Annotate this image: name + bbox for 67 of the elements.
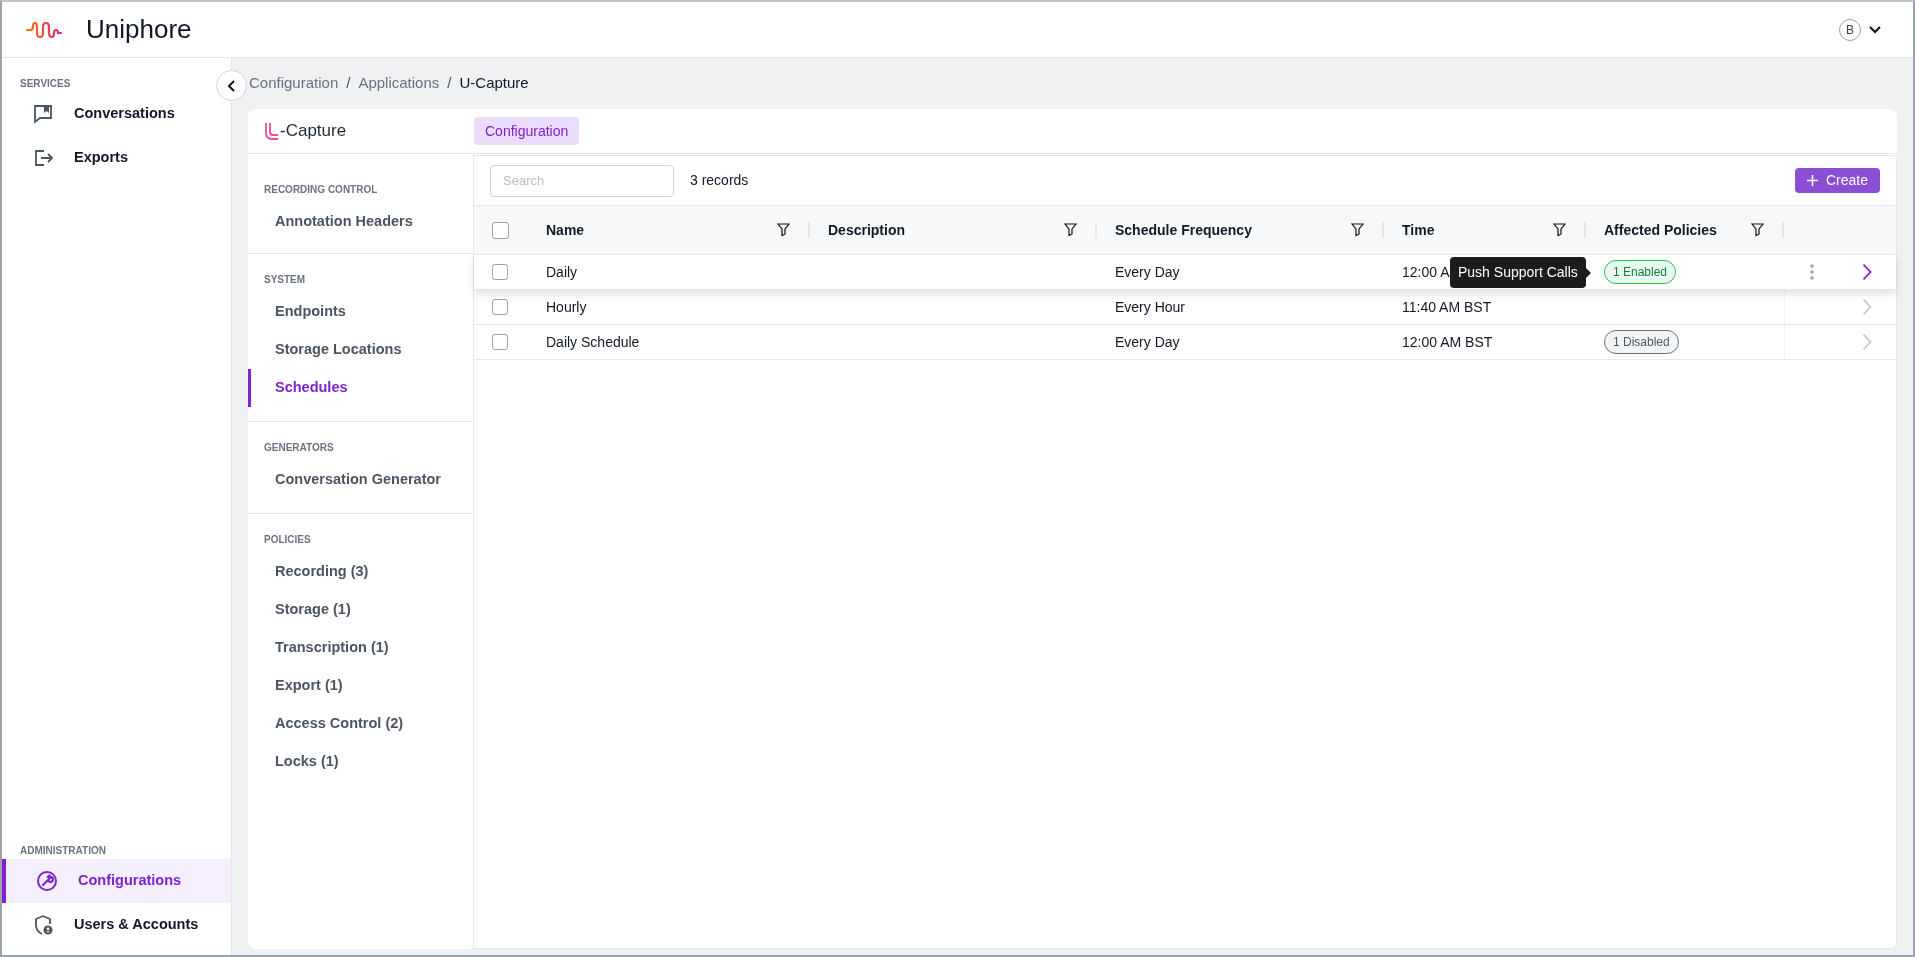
- table-cell: Every Hour: [1115, 298, 1186, 315]
- nav-item[interactable]: Locks (1): [248, 743, 473, 781]
- nav-heading: SYSTEM: [263, 273, 307, 287]
- breadcrumb-link[interactable]: Configuration: [249, 72, 339, 95]
- nav-item[interactable]: Schedules: [248, 369, 473, 407]
- section-heading: SERVICES: [19, 77, 72, 90]
- table-cell: Daily: [546, 263, 578, 280]
- nav-heading: GENERATORS: [263, 441, 335, 455]
- nav-item[interactable]: Storage Locations: [248, 331, 473, 369]
- breadcrumb-link[interactable]: Applications: [358, 72, 440, 95]
- u-logo-icon: [264, 122, 280, 140]
- nav-item[interactable]: Endpoints: [248, 293, 473, 331]
- table-cell: Hourly: [546, 298, 587, 315]
- row-checkbox[interactable]: [492, 264, 508, 280]
- policy-status-badge[interactable]: 1 Disabled: [1604, 330, 1679, 354]
- table-cell: 11:40 AM BST: [1402, 298, 1492, 315]
- app-title: Uniphore: [86, 13, 192, 46]
- nav-item[interactable]: Annotation Headers: [248, 203, 473, 241]
- tooltip: Push Support Calls: [1450, 257, 1591, 288]
- filter-icon[interactable]: [1751, 223, 1764, 237]
- nav-item[interactable]: Recording (3): [248, 553, 473, 591]
- chat-bubble-icon: [32, 103, 54, 125]
- section-heading: ADMINISTRATION: [19, 844, 107, 857]
- column-header[interactable]: Name: [546, 219, 585, 241]
- tab[interactable]: Configuration: [474, 117, 580, 145]
- app-name: -Capture: [280, 120, 347, 143]
- plus-icon[interactable]: [1806, 175, 1818, 186]
- wrench-icon: [36, 870, 58, 892]
- nav-item[interactable]: Conversation Generator: [248, 461, 473, 499]
- create-button[interactable]: Create: [1794, 168, 1880, 193]
- nav-item[interactable]: Export (1): [248, 667, 473, 705]
- filter-icon[interactable]: [777, 223, 790, 237]
- sidebar-item[interactable]: Exports: [2, 136, 231, 180]
- shield-user-icon: [32, 914, 54, 936]
- sidebar-item[interactable]: Configurations: [2, 859, 231, 903]
- policy-status-badge[interactable]: 1 Enabled: [1604, 260, 1677, 284]
- filter-icon[interactable]: [1351, 223, 1364, 237]
- chevron-right-icon[interactable]: [1862, 263, 1872, 281]
- filter-icon[interactable]: [1553, 223, 1566, 237]
- nav-item[interactable]: Storage (1): [248, 591, 473, 629]
- table-cell: 12:00 AM BST: [1402, 333, 1493, 350]
- column-header[interactable]: Affected Policies: [1604, 219, 1717, 241]
- row-checkbox[interactable]: [492, 299, 508, 315]
- chevron-left-icon[interactable]: [226, 79, 237, 92]
- sidebar-item[interactable]: Users & Accounts: [2, 903, 231, 947]
- breadcrumb-current: U-Capture: [459, 73, 529, 94]
- nav-item[interactable]: Transcription (1): [248, 629, 473, 667]
- sidebar-item[interactable]: Conversations: [2, 92, 231, 136]
- table-cell: Every Day: [1115, 333, 1180, 350]
- breadcrumb-separator: /: [447, 73, 452, 94]
- nav-heading: RECORDING CONTROL: [263, 183, 379, 197]
- column-header[interactable]: Description: [828, 219, 905, 241]
- nav-item[interactable]: Access Control (2): [248, 705, 473, 743]
- column-header[interactable]: Time: [1402, 219, 1435, 241]
- filter-icon[interactable]: [1064, 223, 1077, 237]
- table-cell: Daily Schedule: [546, 333, 640, 350]
- chevron-down-icon[interactable]: [1869, 25, 1881, 34]
- table-cell: Every Day: [1115, 263, 1180, 280]
- search-field[interactable]: Search: [490, 164, 674, 197]
- breadcrumb-separator: /: [346, 73, 351, 94]
- row-checkbox[interactable]: [492, 334, 508, 350]
- nav-heading: POLICIES: [263, 533, 312, 547]
- select-all-checkbox[interactable]: [492, 221, 509, 239]
- column-header[interactable]: Schedule Frequency: [1115, 219, 1252, 241]
- exit-arrow-icon: [32, 147, 54, 169]
- table-cell: 12:00 A: [1402, 263, 1450, 280]
- record-count: 3 records: [690, 171, 749, 190]
